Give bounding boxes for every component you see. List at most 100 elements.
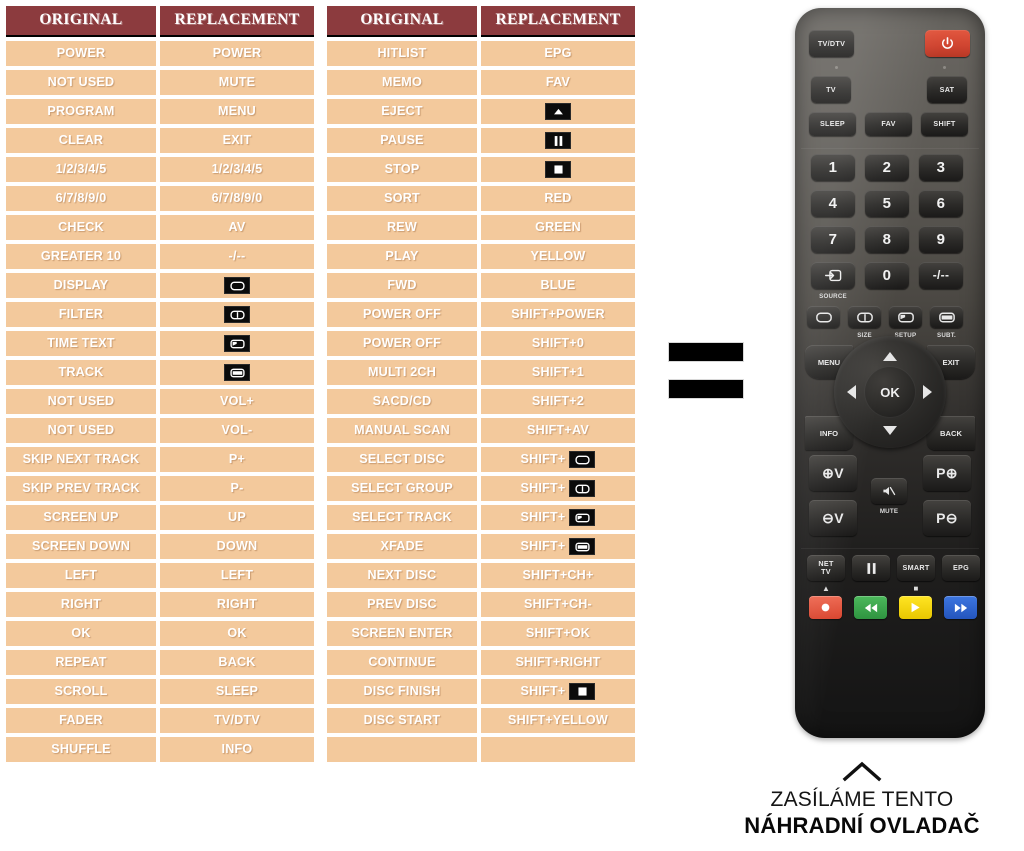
remote-button-pause[interactable] [852, 555, 890, 581]
size-icon [569, 480, 596, 497]
remote-button-down[interactable] [883, 426, 897, 435]
remote-button-record[interactable] [809, 596, 842, 619]
table-row: EJECT [327, 99, 635, 124]
remote-button-program-up[interactable]: P ⊕ [923, 455, 971, 491]
led-indicator-left [835, 66, 838, 69]
size-icon [856, 312, 873, 322]
cell-original: PREV DISC [327, 592, 477, 617]
replacement-text: UP [228, 510, 246, 525]
record-icon [821, 603, 830, 612]
cell-original: SHUFFLE [6, 737, 156, 762]
remote-button-9[interactable]: 9 [919, 226, 963, 253]
remote-button-rewind[interactable] [854, 596, 887, 619]
remote-button-tvdtv[interactable]: TV/DTV [809, 30, 854, 57]
table-row: MULTI 2CH SHIFT+1 [327, 360, 635, 385]
cell-original: CONTINUE [327, 650, 477, 675]
table-row: SACD/CD SHIFT+2 [327, 389, 635, 414]
remote-button-epg[interactable]: EPG [942, 555, 980, 581]
remote-button-tv[interactable]: TV [811, 76, 851, 103]
remote-button-up[interactable] [883, 352, 897, 361]
table-row: PAUSE [327, 128, 635, 153]
remote-button-5[interactable]: 5 [865, 190, 909, 217]
cell-original: NEXT DISC [327, 563, 477, 588]
replacement-text: YELLOW [530, 249, 586, 264]
table-row: OK OK [6, 621, 314, 646]
panel-divider-bottom [801, 548, 979, 549]
table-row: DISPLAY [6, 273, 314, 298]
remote-button-0[interactable]: 0 [865, 262, 909, 289]
table-row: GREATER 10 -/-- [6, 244, 314, 269]
cell-original: POWER OFF [327, 302, 477, 327]
replacement-text: TV/DTV [214, 713, 260, 728]
setup-icon [569, 509, 596, 526]
remote-button-volume-up[interactable]: ⊕ V [809, 455, 857, 491]
remote-button-shift[interactable]: SHIFT [921, 112, 968, 136]
table-row: PREV DISC SHIFT+CH- [327, 592, 635, 617]
remote-button-setup[interactable] [889, 306, 922, 328]
remote-button-1[interactable]: 1 [811, 154, 855, 181]
remote-button-source[interactable] [811, 262, 855, 289]
table-row: SKIP NEXT TRACK P+ [6, 447, 314, 472]
replacement-text: SHIFT+ [520, 452, 566, 467]
remote-button-play[interactable] [899, 596, 932, 619]
caption-line-2: NÁHRADNÍ OVLADAČ [744, 813, 980, 838]
cell-replacement: SHIFT+ [481, 476, 635, 501]
replacement-text: OK [227, 626, 247, 641]
replacement-text: GREEN [535, 220, 581, 235]
remote-button-nettv[interactable]: NET TV [807, 555, 845, 581]
remote-button-forward[interactable] [944, 596, 977, 619]
pause-icon [545, 132, 571, 149]
cell-replacement: DOWN [160, 534, 314, 559]
replacement-text: MENU [218, 104, 256, 119]
remote-button-power[interactable] [925, 30, 970, 57]
cell-replacement [160, 331, 314, 356]
remote-button-8[interactable]: 8 [865, 226, 909, 253]
remote-button-volume-down[interactable]: ⊖ V [809, 500, 857, 536]
remote-button-display[interactable] [807, 306, 840, 328]
table-row: CLEAR EXIT [6, 128, 314, 153]
replacement-text: SHIFT+OK [525, 626, 591, 641]
cell-replacement: RIGHT [160, 592, 314, 617]
table-row: SELECT TRACK SHIFT+ [327, 505, 635, 530]
remote-button-mute[interactable] [871, 478, 907, 504]
table-row: SHUFFLE INFO [6, 737, 314, 762]
remote-label-subtitle: SUBT. [937, 332, 956, 339]
remote-button-3[interactable]: 3 [919, 154, 963, 181]
remote-button-sleep[interactable]: SLEEP [809, 112, 856, 136]
remote-button-subtitle[interactable] [930, 306, 963, 328]
remote-button-ok[interactable]: OK [864, 366, 916, 418]
cell-original: SCREEN UP [6, 505, 156, 530]
table-row: SCREEN UP UP [6, 505, 314, 530]
table-body-right: HITLIST EPG MEMO FAV EJECT PAUSE STOP SORT RED RE… [327, 41, 635, 762]
remote-button-4[interactable]: 4 [811, 190, 855, 217]
replacement-text: SHIFT+ [520, 684, 566, 699]
remote-button-sat[interactable]: SAT [927, 76, 967, 103]
program-down-glyph: ⊖ [945, 509, 958, 526]
cell-replacement [160, 360, 314, 385]
table-row: PROGRAM MENU [6, 99, 314, 124]
cell-replacement: SLEEP [160, 679, 314, 704]
cell-replacement: VOL+ [160, 389, 314, 414]
remote-button-7[interactable]: 7 [811, 226, 855, 253]
cell-replacement: 6/7/8/9/0 [160, 186, 314, 211]
remote-button-2[interactable]: 2 [865, 154, 909, 181]
table-row: TIME TEXT [6, 331, 314, 356]
cell-original: FWD [327, 273, 477, 298]
nettv-eject-marker: ▲ [821, 584, 831, 593]
remote-button-fav[interactable]: FAV [865, 112, 912, 136]
play-icon [911, 602, 920, 613]
remote-button-dash[interactable]: -/-- [919, 262, 963, 289]
cell-replacement: MUTE [160, 70, 314, 95]
cell-original: NOT USED [6, 418, 156, 443]
cell-replacement: POWER [160, 41, 314, 66]
remote-button-6[interactable]: 6 [919, 190, 963, 217]
remote-button-program-down[interactable]: P ⊖ [923, 500, 971, 536]
remote-button-smart[interactable]: SMART [897, 555, 935, 581]
table-row: SCREEN ENTER SHIFT+OK [327, 621, 635, 646]
cell-original: SACD/CD [327, 389, 477, 414]
cell-original: DISC START [327, 708, 477, 733]
remote-button-right[interactable] [923, 385, 932, 399]
remote-button-left[interactable] [847, 385, 856, 399]
remote-button-size[interactable] [848, 306, 881, 328]
cell-replacement: YELLOW [481, 244, 635, 269]
